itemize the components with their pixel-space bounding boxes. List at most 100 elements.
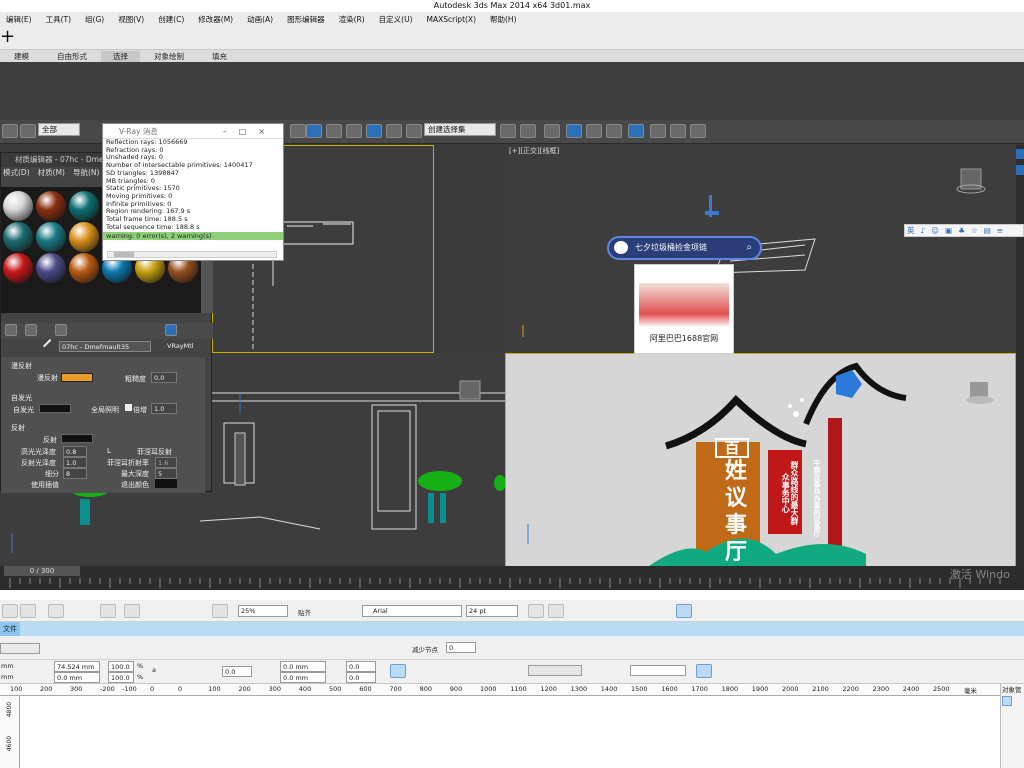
delete-icon[interactable] <box>55 324 67 336</box>
render-setup-icon[interactable] <box>650 124 666 138</box>
menu-item[interactable]: 工具(T) <box>46 14 71 25</box>
add-icon[interactable]: + <box>0 27 15 47</box>
reduce-nodes-input[interactable]: 0 <box>446 642 476 653</box>
window-controls[interactable]: –□× <box>223 127 277 136</box>
panel-icon[interactable] <box>1002 696 1012 706</box>
ribbon-tab[interactable]: 自由形式 <box>43 51 101 62</box>
reflect-swatch[interactable] <box>61 434 93 443</box>
snap-to-dropdown[interactable]: 贴齐 <box>298 607 311 617</box>
document-tab[interactable]: 文件(F) <box>0 622 20 647</box>
max-depth-input[interactable]: 5 <box>155 468 177 479</box>
search-icon[interactable]: ⌕ <box>746 238 752 258</box>
ime-button[interactable]: ♪ <box>921 226 926 235</box>
fresnel-ior-input[interactable]: 1.6 <box>155 457 177 468</box>
link-icon[interactable] <box>20 124 36 138</box>
material-sample-sphere[interactable] <box>3 253 33 283</box>
ime-button[interactable]: ▣ <box>945 226 952 235</box>
new-icon[interactable] <box>2 604 18 618</box>
eyedropper-icon[interactable] <box>42 338 58 354</box>
material-sample-sphere[interactable] <box>36 222 66 252</box>
render-icon[interactable] <box>690 124 706 138</box>
menu-item[interactable]: 编辑(E) <box>6 14 32 25</box>
ime-button[interactable]: ♣ <box>958 226 965 235</box>
drawing-canvas[interactable]: 4800 4600 <box>0 696 1000 768</box>
material-sample-sphere[interactable] <box>3 222 33 252</box>
material-sample-sphere[interactable] <box>3 191 33 221</box>
menu-item[interactable]: 组(G) <box>85 14 104 25</box>
snap-icon[interactable] <box>326 124 342 138</box>
align-left-icon[interactable] <box>676 604 692 618</box>
material-name-field[interactable]: 07hc - Dmefmault35 <box>59 341 151 352</box>
ribbon-tab[interactable]: 建模 <box>0 51 43 62</box>
diffuse-color-swatch[interactable] <box>61 373 93 382</box>
undo-icon[interactable] <box>100 604 116 618</box>
material-editor-menu-item[interactable]: 材质(M) <box>38 167 65 179</box>
scale-y-input[interactable]: 100.0 <box>108 672 134 683</box>
italic-icon[interactable] <box>548 604 564 618</box>
open-icon[interactable] <box>20 604 36 618</box>
exit-color-swatch[interactable] <box>155 479 177 488</box>
height-input[interactable]: 0.0 mm <box>54 672 100 683</box>
timeline[interactable]: 0 / 300 激活 Windo <box>0 566 1024 590</box>
material-type-button[interactable]: VRayMtl <box>167 342 194 350</box>
wrap-icon[interactable] <box>696 664 712 678</box>
percent-snap-icon[interactable] <box>366 124 382 138</box>
outline-dropdown[interactable] <box>528 665 582 676</box>
x-input[interactable]: 0.0 mm <box>280 661 326 672</box>
ime-toolbar[interactable]: 英 ♪ ☺ ▣ ♣ ☆ ▤ ≡ <box>904 224 1024 237</box>
material-editor-menu-item[interactable]: 导航(N) <box>73 167 99 179</box>
material-editor-icon[interactable] <box>628 124 644 138</box>
layer-icon[interactable] <box>544 124 560 138</box>
render-frame-icon[interactable] <box>670 124 686 138</box>
corner-input-2[interactable]: 0.0 <box>346 672 376 683</box>
menu-item[interactable]: 自定义(U) <box>379 14 413 25</box>
gi-checkbox[interactable] <box>125 404 132 411</box>
menu-item[interactable]: 帮助(H) <box>490 14 517 25</box>
selection-filter-dropdown[interactable]: 全部 <box>38 123 80 136</box>
angle-snap-icon[interactable] <box>346 124 362 138</box>
multiplier-input[interactable]: 1.0 <box>151 403 177 414</box>
move-icon[interactable] <box>290 124 306 138</box>
curve-editor-icon[interactable] <box>586 124 602 138</box>
hilight-gloss-input[interactable]: 0.8 <box>63 446 87 457</box>
mirror-icon[interactable] <box>500 124 516 138</box>
bold-icon[interactable] <box>528 604 544 618</box>
material-sample-sphere[interactable] <box>69 191 99 221</box>
ime-button[interactable]: ☺ <box>931 226 939 235</box>
scale-x-input[interactable]: 100.0 <box>108 661 134 672</box>
width-input[interactable]: 74.524 mm <box>54 661 100 672</box>
roughness-input[interactable]: 0.0 <box>151 372 177 383</box>
ribbon-tab[interactable]: 选择 <box>101 50 140 62</box>
spinner-snap-icon[interactable] <box>386 124 402 138</box>
ime-button[interactable]: 英 <box>907 225 915 236</box>
material-editor-menu-item[interactable]: 模式(D) <box>3 167 30 179</box>
refl-gloss-input[interactable]: 1.0 <box>63 457 87 468</box>
ime-button[interactable]: ☆ <box>971 226 978 235</box>
viewport-icon[interactable] <box>306 124 322 138</box>
scale-icon[interactable] <box>390 664 406 678</box>
undo-icon[interactable] <box>2 124 18 138</box>
menu-item[interactable]: 视图(V) <box>118 14 144 25</box>
self-illum-swatch[interactable] <box>39 404 71 413</box>
subdivs-input[interactable]: 8 <box>63 468 87 479</box>
material-sample-sphere[interactable] <box>36 191 66 221</box>
material-sample-sphere[interactable] <box>69 253 99 283</box>
cut-icon[interactable] <box>48 604 64 618</box>
scrollbar[interactable] <box>107 251 277 258</box>
import-icon[interactable] <box>212 604 228 618</box>
y-input[interactable]: 0.0 mm <box>280 672 326 683</box>
align-icon[interactable] <box>520 124 536 138</box>
font-size-dropdown[interactable]: 24 pt <box>466 605 518 617</box>
zoom-dropdown[interactable]: 25% <box>238 605 288 617</box>
search-bar[interactable]: 七夕垃圾桶捡金项链 ⌕ <box>607 236 762 260</box>
style-dropdown[interactable] <box>630 665 686 676</box>
menu-item[interactable]: MAXScript(X) <box>427 15 476 24</box>
material-sample-sphere[interactable] <box>69 222 99 252</box>
menu-item[interactable]: 创建(C) <box>158 14 184 25</box>
corner-input-1[interactable]: 0.0 <box>346 661 376 672</box>
named-selection-dropdown[interactable]: 创建选择集 <box>424 123 496 136</box>
ribbon-tab[interactable]: 填充 <box>198 51 241 62</box>
menu-item[interactable]: 渲染(R) <box>339 14 365 25</box>
ime-button[interactable]: ▤ <box>984 226 991 235</box>
lock-ratio-icon[interactable]: a <box>152 666 156 674</box>
